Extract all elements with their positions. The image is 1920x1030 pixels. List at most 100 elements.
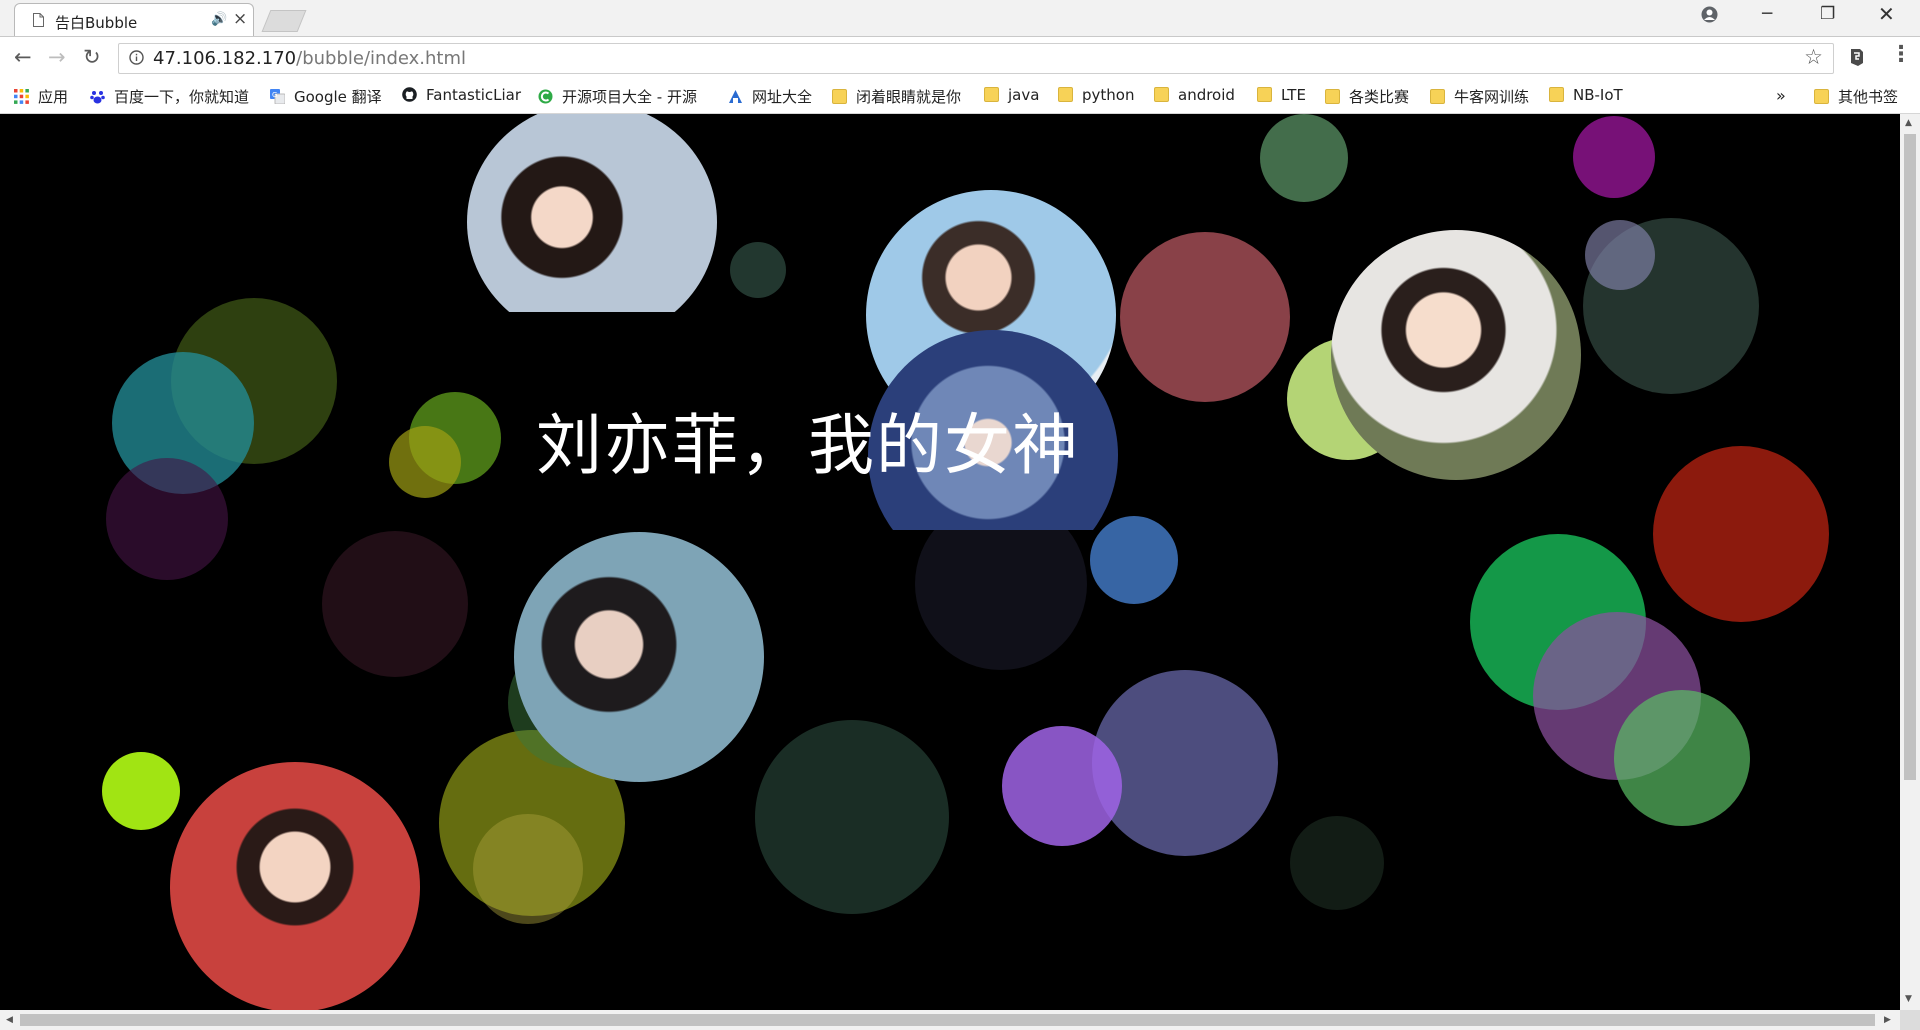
svg-text:G: G [272, 91, 277, 99]
google-translate-icon: G [270, 89, 285, 104]
bubble [389, 426, 461, 498]
bubble [755, 720, 949, 914]
apps-grid-icon [14, 89, 29, 104]
folder-icon [1430, 89, 1445, 104]
bookmark-label: Google 翻译 [294, 88, 382, 106]
folder-icon [1549, 87, 1564, 102]
address-bar[interactable]: 47.106.182.170/bubble/index.html ☆ [118, 43, 1834, 74]
portrait-bubble [1331, 230, 1581, 480]
bookmarks-overflow-button[interactable]: » [1776, 86, 1786, 108]
folder-icon [984, 87, 999, 102]
bookmark-folder-nbiot[interactable]: NB-IoT [1549, 86, 1623, 108]
bookmark-label: 百度一下，你就知道 [114, 88, 250, 106]
bubble [1092, 670, 1278, 856]
url-path: /bubble/index.html [296, 48, 466, 69]
forward-icon[interactable]: → [48, 45, 66, 69]
scroll-up-icon[interactable]: ▲ [1905, 118, 1912, 128]
bubble [1573, 116, 1655, 198]
bookmark-label: 开源项目大全 - 开源 [562, 88, 697, 106]
bookmark-label: FantasticLiar [426, 86, 522, 104]
bubble [1585, 220, 1655, 290]
bookmark-folder-contests[interactable]: 各类比赛 [1325, 86, 1409, 108]
hao123-icon [729, 90, 742, 103]
bookmark-folder-lte[interactable]: LTE [1257, 86, 1306, 108]
back-icon[interactable]: ← [14, 45, 32, 69]
menu-icon[interactable]: ⋮ [1890, 42, 1912, 67]
scroll-down-icon[interactable]: ▼ [1905, 994, 1912, 1004]
bookmark-folder-python[interactable]: python [1058, 86, 1134, 108]
vertical-scroll-thumb[interactable] [1904, 134, 1916, 780]
portrait-bubble [514, 532, 764, 782]
bookmark-baidu[interactable]: 百度一下，你就知道 [90, 86, 249, 108]
bookmark-star-icon[interactable]: ☆ [1804, 45, 1823, 69]
bookmark-apps[interactable]: 应用 [14, 86, 68, 108]
folder-icon [1257, 87, 1272, 102]
close-window-icon[interactable]: ✕ [1878, 2, 1895, 26]
bookmark-folder-1[interactable]: 闭着眼睛就是你 [832, 86, 961, 108]
new-tab-button[interactable] [261, 10, 307, 32]
bubble [1260, 114, 1348, 202]
minimize-icon[interactable]: ─ [1762, 4, 1772, 24]
restore-icon[interactable]: ❐ [1820, 4, 1835, 24]
bubble [1090, 516, 1178, 604]
bubble [102, 752, 180, 830]
bookmark-hao123[interactable]: 网址大全 [728, 86, 812, 108]
url-host: 47.106.182.170 [153, 48, 297, 69]
bubble [106, 458, 228, 580]
bookmark-label: NB-IoT [1573, 86, 1623, 104]
github-icon [402, 87, 417, 102]
scroll-right-icon[interactable]: ▶ [1884, 1015, 1891, 1025]
browser-toolbar: ← → ↻ 47.106.182.170/bubble/index.html ☆… [0, 36, 1920, 81]
bookmark-label: 闭着眼睛就是你 [856, 88, 962, 106]
other-bookmarks-label: 其他书签 [1838, 88, 1899, 106]
close-tab-icon[interactable]: × [233, 9, 247, 29]
bookmark-folder-android[interactable]: android [1154, 86, 1235, 108]
horizontal-scroll-thumb[interactable] [20, 1014, 1875, 1026]
url-text: 47.106.182.170/bubble/index.html [153, 48, 466, 69]
speaker-icon[interactable]: 🔊 [211, 12, 227, 27]
bubble [322, 531, 468, 677]
bubble [1614, 690, 1750, 826]
extension-icon[interactable] [1848, 47, 1866, 67]
active-tab[interactable]: 告白Bubble 🔊 × [14, 3, 254, 36]
tab-strip: 告白Bubble 🔊 × ─ ❐ ✕ [0, 0, 1920, 36]
bubble [473, 814, 583, 924]
bookmark-folder-nowcoder[interactable]: 牛客网训练 [1430, 86, 1529, 108]
bookmark-label: 网址大全 [752, 88, 813, 106]
bookmark-github[interactable]: FantasticLiar [402, 86, 521, 108]
bookmark-label: android [1178, 86, 1235, 104]
info-icon[interactable] [129, 50, 144, 65]
bubble [1290, 816, 1384, 910]
bubble [1002, 726, 1122, 846]
folder-icon [832, 89, 847, 104]
baidu-paw-icon [90, 91, 105, 104]
vertical-scrollbar[interactable]: ▲ ▼ [1900, 114, 1920, 1010]
portrait-bubble [467, 114, 717, 312]
tab-title: 告白Bubble [55, 14, 138, 32]
bookmark-label: 各类比赛 [1349, 88, 1410, 106]
bookmark-label: python [1082, 86, 1135, 104]
bookmark-label: 应用 [38, 88, 69, 106]
portrait-bubble [170, 762, 420, 1010]
oschina-icon [538, 89, 553, 104]
bookmark-label: java [1008, 86, 1040, 104]
folder-icon [1058, 87, 1073, 102]
bookmark-label: 牛客网训练 [1454, 88, 1530, 106]
bubble [1120, 232, 1290, 402]
page-icon [33, 13, 44, 27]
folder-icon [1325, 89, 1340, 104]
bookmark-folder-java[interactable]: java [984, 86, 1039, 108]
bubble [730, 242, 786, 298]
bookmark-oschina[interactable]: 开源项目大全 - 开源 [538, 86, 697, 108]
scroll-left-icon[interactable]: ◀ [6, 1015, 13, 1025]
folder-icon [1154, 87, 1169, 102]
page-headline: 刘亦菲，我的女神 [536, 407, 1080, 484]
reload-icon[interactable]: ↻ [83, 45, 101, 69]
bookmarks-bar: 应用 百度一下，你就知道 G Google 翻译 FantasticLiar 开… [0, 80, 1920, 114]
profile-icon[interactable] [1701, 6, 1718, 23]
scrollbar-corner [1900, 1010, 1920, 1030]
bookmark-google-translate[interactable]: G Google 翻译 [270, 86, 382, 108]
horizontal-scrollbar[interactable]: ◀ ▶ [0, 1010, 1900, 1030]
other-bookmarks[interactable]: 其他书签 [1814, 86, 1898, 108]
bookmark-label: LTE [1281, 86, 1306, 104]
